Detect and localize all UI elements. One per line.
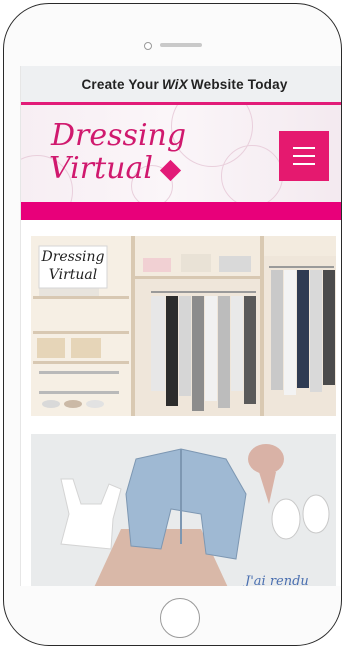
phone-frame: Create Your WiX Website Today Dressing V… <box>3 3 342 646</box>
logo-line-2-wrapper: Virtual <box>49 152 186 185</box>
diamond-icon <box>159 159 182 181</box>
hamburger-icon <box>293 147 315 149</box>
speaker-grill <box>160 43 202 47</box>
site-header: Dressing Virtual <box>21 105 341 202</box>
mobile-screen: Create Your WiX Website Today Dressing V… <box>20 66 341 586</box>
banner-prefix: Create Your <box>81 76 159 92</box>
closet-sign: Dressing Virtual <box>40 248 106 284</box>
decor-swirl <box>221 145 283 202</box>
closet-sign-line-2: Virtual <box>48 267 98 283</box>
wix-promo-banner[interactable]: Create Your WiX Website Today <box>21 66 341 102</box>
closet-sign-line-1: Dressing <box>41 249 105 265</box>
logo-line-1: Dressing <box>51 118 187 153</box>
hamburger-icon-bar <box>293 155 315 157</box>
banner-suffix: Website Today <box>190 76 288 92</box>
camera-icon <box>144 42 152 50</box>
hamburger-icon-bar <box>293 163 315 165</box>
home-button-icon[interactable] <box>160 598 200 638</box>
header-accent-bar <box>21 202 341 220</box>
closet-photo[interactable]: Dressing Virtual <box>31 236 336 416</box>
outfit-caption: J'ai rendu <box>245 574 309 586</box>
wix-brand: WiX <box>161 76 188 92</box>
hamburger-menu-button[interactable] <box>279 131 329 181</box>
outfit-illustration <box>31 434 336 586</box>
site-logo[interactable]: Dressing Virtual <box>49 118 187 185</box>
logo-line-2: Virtual <box>49 151 153 186</box>
outfit-photo[interactable]: J'ai rendu <box>31 434 336 586</box>
